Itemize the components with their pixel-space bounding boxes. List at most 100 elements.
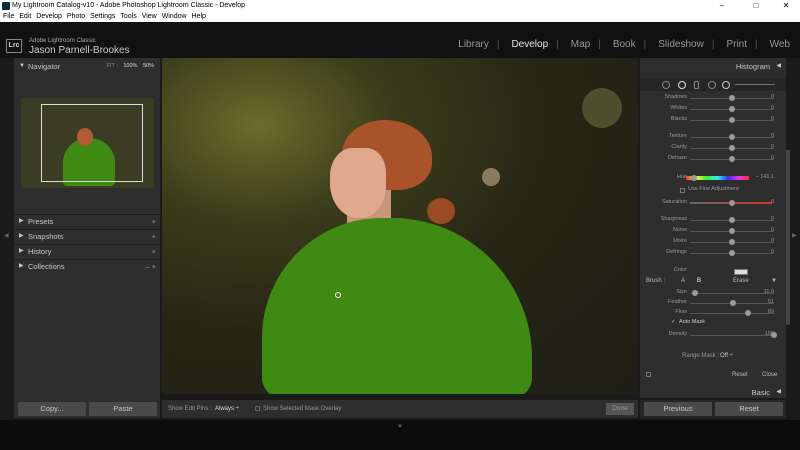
dehaze-slider-value[interactable]: 0 [771, 155, 774, 161]
whites-slider-knob[interactable] [729, 106, 735, 112]
paste-button[interactable]: Paste [89, 402, 157, 416]
module-print[interactable]: Print [726, 39, 747, 53]
menu-photo[interactable]: Photo [67, 12, 85, 22]
collections-header[interactable]: ▶ Collections – + [14, 260, 160, 273]
clarity-slider-knob[interactable] [729, 145, 735, 151]
snapshots-header[interactable]: ▶ Snapshots + [14, 230, 160, 243]
feather-slider-knob[interactable] [729, 300, 736, 306]
spot-removal-tool-icon[interactable] [678, 81, 686, 89]
menu-view[interactable]: View [142, 12, 157, 22]
color-label: Color [673, 267, 687, 273]
module-slideshow[interactable]: Slideshow [658, 39, 704, 53]
mask-overlay-checkbox[interactable] [255, 406, 260, 411]
edit-pins-select[interactable]: Always ÷ [215, 406, 239, 412]
texture-slider-knob[interactable] [729, 134, 735, 140]
close-button[interactable]: ✕ [776, 0, 796, 12]
histogram-header[interactable]: Histogram ◀ [640, 58, 786, 76]
brush-a[interactable]: A [681, 278, 685, 284]
module-book[interactable]: Book [613, 39, 636, 53]
filmstrip-toggle-icon[interactable]: ▼ [397, 424, 403, 430]
auto-mask-checkbox[interactable]: ✓ [671, 319, 676, 325]
density-slider-track[interactable] [690, 335, 774, 336]
mask-close-button[interactable]: Close [762, 372, 777, 378]
mask-reset-button[interactable]: Reset [732, 372, 748, 378]
color-swatch[interactable] [734, 269, 748, 275]
defringe-slider-value[interactable]: 0 [771, 249, 774, 255]
collection-actions-icon[interactable]: – + [145, 260, 156, 273]
flow-slider-knob[interactable] [744, 310, 751, 316]
toolbar: Show Edit Pins : Always ÷ Show Selected … [162, 400, 638, 418]
crop-tool-icon[interactable] [662, 81, 670, 89]
presets-header[interactable]: ▶ Presets + [14, 215, 160, 228]
minimize-button[interactable]: – [712, 0, 732, 12]
clarity-slider-value[interactable]: 0 [771, 144, 774, 150]
shadows-slider-knob[interactable] [729, 95, 735, 101]
texture-slider-value[interactable]: 0 [771, 133, 774, 139]
flow-slider-value[interactable]: 69 [768, 309, 774, 315]
zoom-100[interactable]: 100% [123, 63, 137, 69]
module-web[interactable]: Web [770, 39, 790, 53]
saturation-slider-knob[interactable] [729, 200, 735, 206]
brush-menu-icon[interactable]: ▼ [771, 278, 777, 284]
adjustment-brush-icon[interactable] [722, 81, 730, 89]
noise-slider-value[interactable]: 0 [771, 227, 774, 233]
noise-slider-knob[interactable] [729, 228, 735, 234]
size-slider-knob[interactable] [692, 290, 699, 296]
maximize-button[interactable]: □ [746, 0, 766, 12]
brush-b[interactable]: B [697, 278, 701, 284]
graduated-filter-icon[interactable] [694, 81, 699, 89]
zoom-50[interactable]: 50% [143, 63, 154, 69]
menu-window[interactable]: Window [162, 12, 187, 22]
copy-button[interactable]: Copy... [18, 402, 86, 416]
add-preset-icon[interactable]: + [152, 215, 156, 228]
right-panel-toggle-icon[interactable]: ▶ [792, 232, 797, 239]
moire-slider-knob[interactable] [729, 239, 735, 245]
range-mask-select[interactable]: Off ÷ [720, 353, 733, 359]
blacks-slider-knob[interactable] [729, 117, 735, 123]
basic-panel-header[interactable]: Basic ◀ [640, 386, 786, 398]
brush-erase[interactable]: Erase [733, 278, 749, 284]
shadows-slider-value[interactable]: 0 [771, 94, 774, 100]
menu-settings[interactable]: Settings [90, 12, 115, 22]
sharpness-slider-value[interactable]: 0 [771, 216, 774, 222]
defringe-slider-knob[interactable] [729, 250, 735, 256]
fine-adjust-checkbox[interactable] [680, 188, 685, 193]
menu-help[interactable]: Help [192, 12, 206, 22]
hue-slider-knob[interactable] [690, 175, 697, 181]
dehaze-slider-knob[interactable] [729, 156, 735, 162]
previous-button[interactable]: Previous [644, 402, 712, 416]
flow-slider-track[interactable] [690, 313, 774, 314]
navigator-preview[interactable] [21, 98, 154, 188]
whites-slider-value[interactable]: 0 [771, 105, 774, 111]
zoom-fit[interactable]: FIT : [107, 63, 118, 69]
size-slider-track[interactable] [690, 293, 774, 294]
module-develop[interactable]: Develop [511, 39, 548, 53]
history-header[interactable]: ▶ History × [14, 245, 160, 258]
main-photo[interactable] [162, 58, 638, 394]
saturation-slider-value[interactable]: 0 [771, 199, 774, 205]
right-panel-scrollbar[interactable] [786, 150, 790, 325]
menu-edit[interactable]: Edit [19, 12, 31, 22]
moire-slider-value[interactable]: 0 [771, 238, 774, 244]
add-snapshot-icon[interactable]: + [152, 230, 156, 243]
size-slider-value[interactable]: 11.0 [764, 289, 774, 295]
density-slider-value[interactable]: 100 [765, 331, 774, 337]
left-panel-toggle-icon[interactable]: ◀ [4, 232, 9, 239]
edit-pin-icon[interactable] [335, 292, 341, 298]
done-button[interactable]: Done [606, 403, 634, 415]
reset-button[interactable]: Reset [715, 402, 783, 416]
menu-tools[interactable]: Tools [120, 12, 136, 22]
module-map[interactable]: Map [571, 39, 590, 53]
navigator-zoom-box[interactable] [41, 104, 143, 182]
sharpness-slider-knob[interactable] [729, 217, 735, 223]
radial-filter-icon[interactable] [708, 81, 716, 89]
feather-slider-value[interactable]: 51 [768, 299, 774, 305]
menu-develop[interactable]: Develop [36, 12, 62, 22]
mask-toggle-switch[interactable] [646, 372, 651, 377]
navigator-header[interactable]: ▼ Navigator FIT : 100% 50% [14, 60, 160, 73]
module-library[interactable]: Library [458, 39, 489, 53]
clear-history-icon[interactable]: × [152, 245, 156, 258]
menu-file[interactable]: File [3, 12, 14, 22]
hue-slider-value[interactable]: – 141.1 [756, 174, 774, 180]
blacks-slider-value[interactable]: 0 [771, 116, 774, 122]
